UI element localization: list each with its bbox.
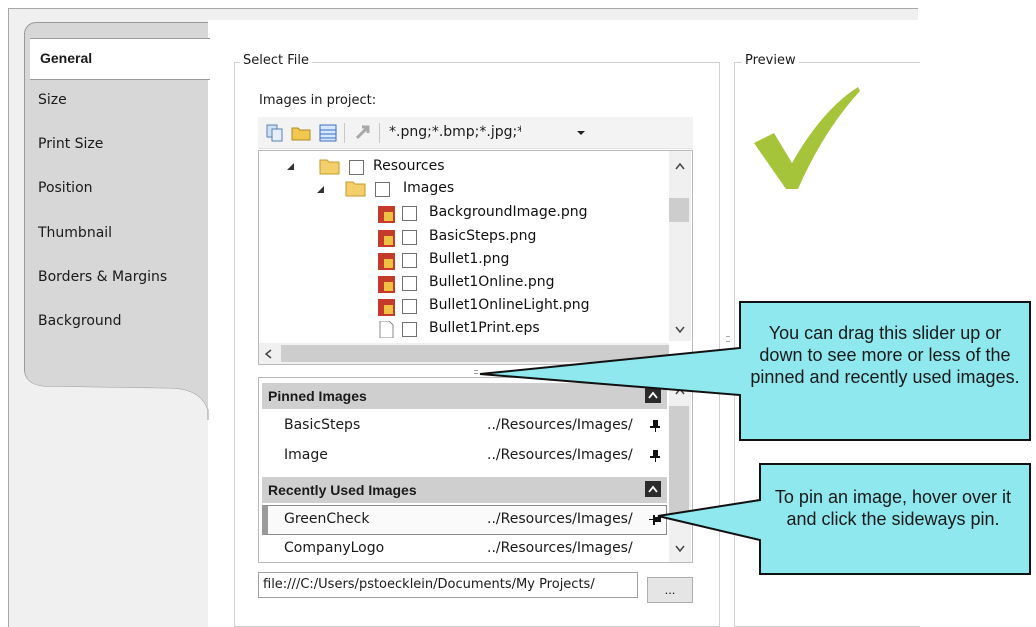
pin-callout-text: To pin an image, hover over it and click… [774, 487, 1012, 529]
image-name: Image [284, 447, 328, 463]
folder-icon [319, 159, 340, 175]
image-path: ../Resources/Images/ [487, 447, 633, 463]
image-path: ../Resources/Images/ [487, 540, 633, 556]
resources-checkbox[interactable] [349, 160, 364, 175]
recent-row-hovered[interactable]: GreenCheck ../Resources/Images/ [262, 505, 667, 535]
scroll-left-arrow-icon[interactable] [265, 349, 272, 359]
tab-position[interactable]: Position [38, 180, 93, 196]
tab-size[interactable]: Size [38, 92, 67, 108]
file-checkbox[interactable] [402, 230, 417, 245]
list-view-icon[interactable] [318, 123, 338, 143]
images-in-project-label: Images in project: [259, 93, 377, 108]
file-checkbox[interactable] [402, 276, 417, 291]
select-file-title: Select File [240, 53, 312, 68]
image-file-icon [378, 276, 395, 293]
tree-folder-resources[interactable]: Resources [373, 158, 445, 174]
pinned-row[interactable]: Image ../Resources/Images/ [262, 441, 667, 471]
file-name: BackgroundImage.png [429, 204, 588, 220]
file-name: BasicSteps.png [429, 228, 537, 244]
file-path-value: file:///C:/Users/pstoecklein/Documents/M… [263, 577, 595, 592]
refresh-icon[interactable] [353, 123, 373, 143]
file-name: Bullet1.png [429, 251, 510, 267]
image-toolbar: *.png;*.bmp;*.jpg;* [258, 117, 693, 149]
image-path: ../Resources/Images/ [487, 511, 633, 527]
images-checkbox[interactable] [375, 182, 390, 197]
chevron-down-icon[interactable] [576, 130, 586, 138]
tree-scroll-thumb[interactable] [669, 198, 689, 222]
scroll-up-arrow-icon[interactable] [675, 163, 685, 170]
green-check-preview-image [754, 87, 860, 189]
toolbar-divider [344, 123, 345, 143]
file-checkbox[interactable] [402, 322, 417, 337]
image-file-icon [378, 253, 395, 270]
tab-print-size[interactable]: Print Size [38, 136, 103, 152]
file-name: Bullet1Online.png [429, 274, 555, 290]
expand-arrow-icon[interactable] [317, 186, 325, 194]
recent-row[interactable]: CompanyLogo ../Resources/Images/ [262, 536, 667, 566]
image-file-icon [378, 230, 395, 247]
tab-panel-curve [24, 350, 209, 420]
tab-borders-margins[interactable]: Borders & Margins [38, 269, 167, 285]
image-file-icon [378, 299, 395, 316]
file-checkbox[interactable] [402, 206, 417, 221]
tree-folder-images[interactable]: Images [403, 180, 454, 196]
image-file-icon [378, 206, 395, 223]
file-checkbox[interactable] [402, 253, 417, 268]
file-checkbox[interactable] [402, 299, 417, 314]
tab-general[interactable]: General [30, 38, 210, 80]
folder-icon[interactable] [291, 123, 311, 143]
folder-icon [345, 181, 366, 197]
tab-general-label: General [40, 50, 93, 66]
tab-thumbnail[interactable]: Thumbnail [38, 225, 112, 241]
copy-icon[interactable] [265, 123, 285, 143]
file-path-field[interactable]: file:///C:/Users/pstoecklein/Documents/M… [258, 572, 638, 598]
pin-icon[interactable] [650, 450, 660, 462]
slider-callout-text: You can drag this slider up or down to s… [750, 323, 1020, 387]
image-name: CompanyLogo [284, 540, 385, 556]
browse-button[interactable]: ... [647, 577, 693, 603]
tab-background[interactable]: Background [38, 313, 122, 329]
expand-arrow-icon[interactable] [287, 163, 295, 171]
document-file-icon [379, 321, 394, 338]
image-name: GreenCheck [284, 511, 370, 527]
recent-header-label: Recently Used Images [268, 482, 417, 498]
pinned-header-label: Pinned Images [268, 388, 367, 404]
toolbar-divider-2 [379, 123, 380, 143]
file-filter-select[interactable]: *.png;*.bmp;*.jpg;* [389, 124, 521, 140]
recent-images-header[interactable]: Recently Used Images [262, 477, 667, 503]
preview-title: Preview [742, 53, 799, 68]
image-name: BasicSteps [284, 417, 361, 433]
